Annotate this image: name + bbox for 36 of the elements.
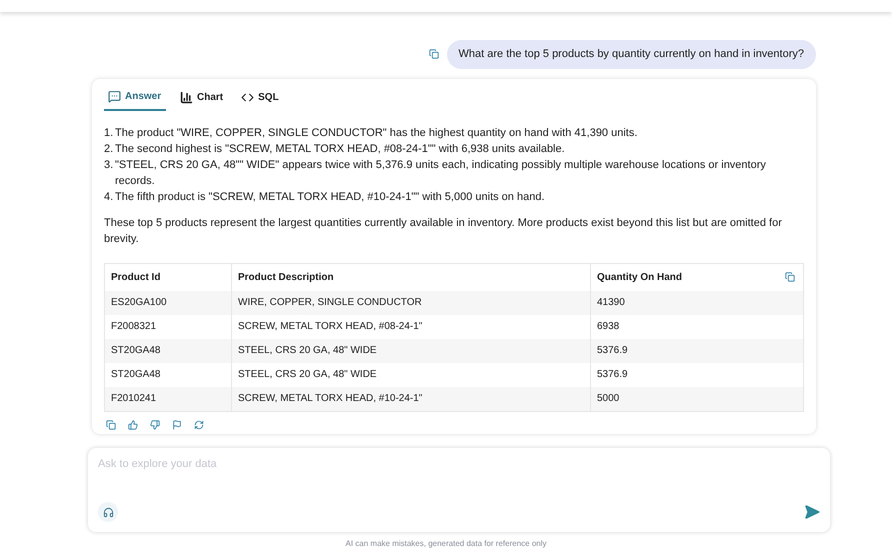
table-cell-text: ST20GA48 xyxy=(110,344,162,358)
thumbs-up-icon[interactable] xyxy=(128,420,138,430)
answer-point: "STEEL, CRS 20 GA, 48"" WIDE" appears twice with 5,376.9 units each, indicating possibly multiple warehouse locations or inventory records. xyxy=(115,158,767,188)
answer-point: The fifth product is "SCREW, METAL TORX HEAD, #10-24-1"" with 5,000 units on hand. xyxy=(115,190,544,204)
list-number: 4. xyxy=(104,190,114,204)
disclaimer-text: AI can make mistakes, generated data for reference only xyxy=(344,538,548,550)
answer-point: The second highest is "SCREW, METAL TORX HEAD, #08-24-1"" with 6,938 units available. xyxy=(115,142,565,156)
chat-input-field[interactable]: Ask to explore your data xyxy=(98,456,820,473)
bar-chart-icon xyxy=(180,91,193,104)
thumbs-down-icon[interactable] xyxy=(150,420,160,430)
code-icon xyxy=(241,91,254,104)
answer-point: The product "WIRE, COPPER, SINGLE CONDUCTOR" has the highest quantity on hand with 41,390 units. xyxy=(115,126,638,140)
tab[interactable]: Chart xyxy=(176,84,228,110)
table-cell-text: F2008321 xyxy=(110,320,158,334)
tab[interactable]: Answer xyxy=(104,84,166,110)
table-cell-text: ES20GA100 xyxy=(110,296,168,310)
question-bubble: What are the top 5 products by quantity currently on hand in inventory? xyxy=(446,40,816,68)
table-cell-text: F2010241 xyxy=(110,392,158,406)
copy-icon[interactable] xyxy=(785,272,795,282)
flag-icon[interactable] xyxy=(172,420,182,430)
refresh-icon[interactable] xyxy=(194,420,204,430)
headset-button[interactable] xyxy=(98,502,118,522)
copy-icon[interactable] xyxy=(106,420,116,430)
list-number: 3. xyxy=(104,158,114,172)
answer-summary: These top 5 products represent the largest quantities currently available in inventory. More products exist beyond this list but are omitted for brevity. xyxy=(104,216,783,246)
list-number: 2. xyxy=(104,142,114,156)
table-cell: 5000 xyxy=(590,386,803,410)
list-number: 1. xyxy=(104,126,114,140)
copy-icon[interactable] xyxy=(428,49,439,60)
headset-icon xyxy=(102,506,114,518)
table-cell: SCREW, METAL TORX HEAD, #10-24-1" xyxy=(231,386,590,410)
tab[interactable]: SQL xyxy=(237,84,283,110)
table-cell-text: ST20GA48 xyxy=(110,368,162,382)
send-icon[interactable] xyxy=(804,504,820,520)
chat-icon xyxy=(108,90,121,103)
column-header: Product Id xyxy=(110,270,162,284)
